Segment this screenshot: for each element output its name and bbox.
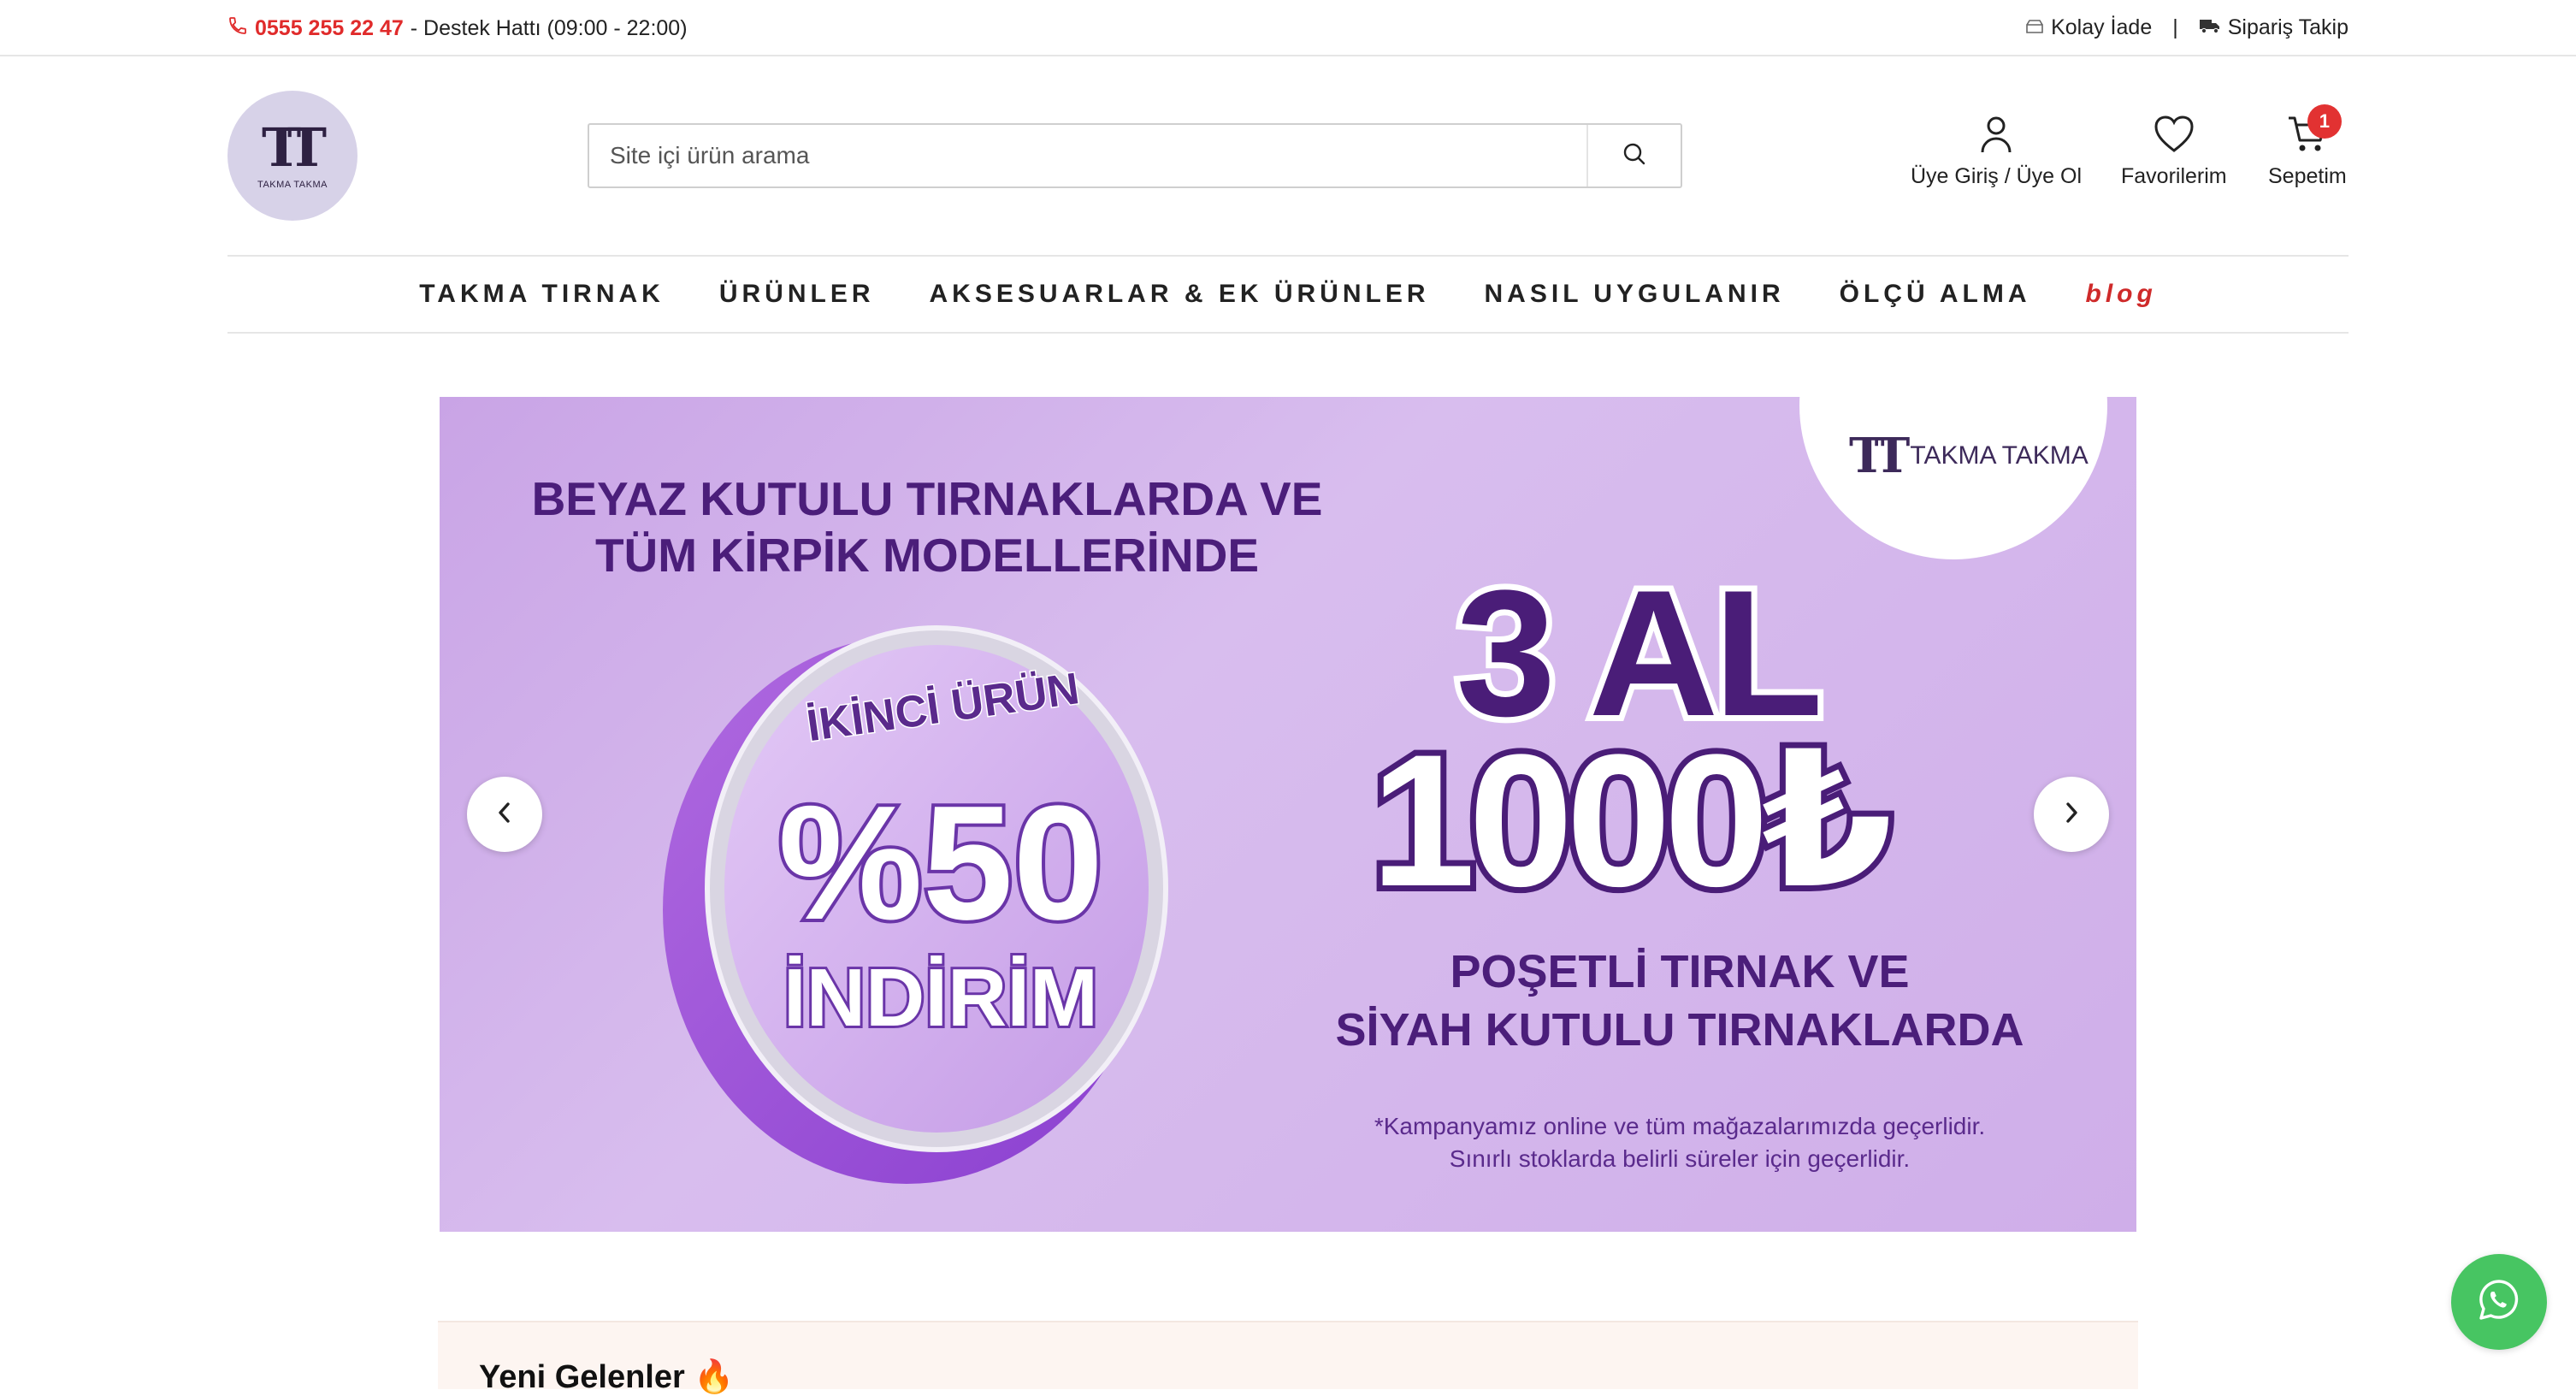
new-arrivals-section: Yeni Gelenler 🔥 (438, 1321, 2138, 1395)
truck-icon (2199, 17, 2221, 39)
banner-subtitle-line-1: POŞETLİ TIRNAK VE (1450, 946, 1910, 997)
carousel-next-button[interactable] (2034, 777, 2109, 852)
nav-item-olcu-alma[interactable]: ÖLÇÜ ALMA (1840, 280, 2031, 309)
chevron-right-icon (2062, 801, 2081, 829)
nav-item-aksesuarlar[interactable]: AKSESUARLAR & EK ÜRÜNLER (930, 280, 1430, 309)
support-hours: - Destek Hattı (09:00 - 22:00) (410, 16, 688, 40)
nav-item-nasil-uygulanir[interactable]: NASIL UYGULANIR (1485, 280, 1785, 309)
support-phone-link[interactable]: 0555 255 22 47 (255, 16, 404, 41)
cart-icon: 1 (2287, 104, 2342, 154)
whatsapp-button[interactable] (2451, 1254, 2547, 1350)
easy-return-label: Kolay İade (2051, 15, 2153, 39)
offer-title: 3 AL (1450, 553, 1829, 754)
logo-text: TAKMA TAKMA (257, 180, 328, 190)
banner-brand-mark: TT (1849, 428, 1910, 484)
cart-count-badge: 1 (2307, 104, 2342, 139)
banner-headline-line-1: BEYAZ KUTULU TIRNAKLARDA VE (531, 472, 1323, 525)
new-arrivals-title: Yeni Gelenler 🔥 (479, 1359, 735, 1395)
phone-icon (227, 15, 248, 42)
banner-headline: BEYAZ KUTULU TIRNAKLARDA VE TÜM KİRPİK M… (525, 470, 1329, 583)
order-tracking-link[interactable]: Sipariş Takip (2199, 15, 2349, 40)
banner-fine-print-line-1: *Kampanyamız online ve tüm mağazalarımız… (1374, 1113, 1986, 1139)
nav-item-urunler[interactable]: ÜRÜNLER (719, 280, 875, 309)
search-bar (588, 123, 1682, 188)
banner-brand-name: TAKMA TAKMA (1910, 441, 2089, 470)
easy-return-link[interactable]: Kolay İade (2025, 15, 2152, 40)
favorites-button[interactable]: Favorilerim (2121, 115, 2227, 189)
banner-fine-print: *Kampanyamız online ve tüm mağazalarımız… (1286, 1110, 2073, 1175)
search-button[interactable] (1586, 125, 1681, 186)
logo-mark: TT (261, 116, 327, 179)
top-links: Kolay İade | Sipariş Takip (2025, 15, 2349, 40)
banner-subtitle: POŞETLİ TIRNAK VE SİYAH KUTULU TIRNAKLAR… (1286, 943, 2073, 1059)
whatsapp-icon (2475, 1276, 2523, 1328)
banner-headline-line-2: TÜM KİRPİK MODELLERİNDE (594, 529, 1260, 582)
top-bar: 0555 255 22 47 - Destek Hattı (09:00 - 2… (0, 0, 2576, 56)
coin-bottom-text: İNDİRİM (783, 952, 1098, 1044)
nav-item-blog[interactable]: blog (2086, 280, 2157, 309)
discount-coin-graphic: İKİNCİ ÜRÜN %50 İNDİRİM (663, 625, 1168, 1184)
search-icon (1622, 141, 1647, 171)
cart-button[interactable]: 1 Sepetim (2268, 104, 2347, 189)
return-box-icon (2025, 17, 2044, 39)
chevron-left-icon (495, 801, 514, 829)
main-nav: TAKMA TIRNAK ÜRÜNLER AKSESUARLAR & EK ÜR… (227, 255, 2349, 334)
support-info: 0555 255 22 47 - Destek Hattı (09:00 - 2… (227, 15, 688, 42)
offer-price: 1000₺ (1365, 715, 1900, 926)
site-logo[interactable]: TT TAKMA TAKMA (227, 91, 357, 221)
banner-brand: TT TAKMA TAKMA (1849, 428, 2089, 484)
search-input[interactable] (589, 125, 1586, 186)
order-tracking-label: Sipariş Takip (2227, 15, 2349, 39)
cart-label: Sepetim (2268, 164, 2347, 188)
promo-banner[interactable]: TT TAKMA TAKMA BEYAZ KUTULU TIRNAKLARDA … (440, 397, 2136, 1232)
nav-item-takma-tirnak[interactable]: TAKMA TIRNAK (419, 280, 665, 309)
login-register-button[interactable]: Üye Giriş / Üye Ol (1911, 115, 2082, 189)
favorites-label: Favorilerim (2121, 164, 2227, 188)
carousel-prev-button[interactable] (467, 777, 542, 852)
user-icon (1979, 115, 2013, 154)
coin-main-text: %50 (778, 772, 1103, 954)
banner-fine-print-line-2: Sınırlı stoklarda belirli süreler için g… (1449, 1145, 1911, 1172)
top-links-separator: | (2172, 15, 2178, 39)
banner-subtitle-line-2: SİYAH KUTULU TIRNAKLARDA (1335, 1004, 2024, 1056)
heart-icon (2154, 115, 2195, 154)
login-register-label: Üye Giriş / Üye Ol (1911, 164, 2083, 188)
